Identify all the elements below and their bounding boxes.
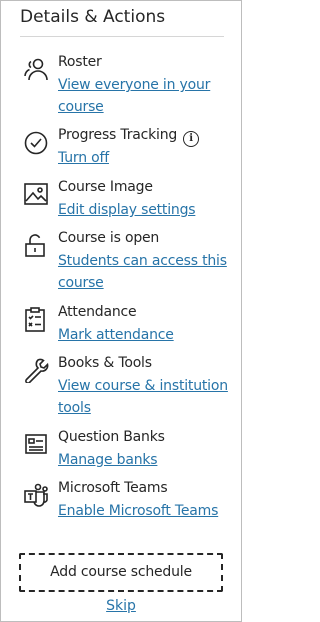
details-actions-panel: Details & Actions Roster View everyone i… [0, 0, 242, 622]
course-image-label: Course Image [58, 179, 153, 195]
question-banks-label: Question Banks [58, 429, 165, 445]
progress-check-icon [23, 129, 49, 155]
course-open-label: Course is open [58, 230, 160, 246]
title-divider [20, 36, 224, 37]
skip-link[interactable]: Skip [1, 598, 241, 614]
edit-display-settings-link[interactable]: Edit display settings [58, 199, 228, 221]
unlock-icon [23, 232, 49, 258]
add-course-schedule-button[interactable]: Add course schedule [19, 553, 223, 592]
mark-attendance-link[interactable]: Mark attendance [58, 324, 228, 346]
panel-title: Details & Actions [20, 7, 166, 27]
image-icon [23, 181, 49, 207]
question-banks-icon [23, 431, 49, 457]
view-tools-link[interactable]: View course & institution tools [58, 375, 228, 419]
teams-icon [23, 482, 49, 508]
turn-off-tracking-link[interactable]: Turn off [58, 147, 228, 169]
attendance-clipboard-icon [23, 306, 49, 332]
attendance-label: Attendance [58, 304, 137, 320]
roster-icon [23, 56, 49, 82]
progress-tracking-label: Progress Tracking i [58, 127, 200, 147]
manage-banks-link[interactable]: Manage banks [58, 449, 228, 471]
students-access-link[interactable]: Students can access this course [58, 250, 228, 294]
enable-teams-link[interactable]: Enable Microsoft Teams [58, 500, 228, 522]
roster-label: Roster [58, 54, 102, 70]
wrench-icon [23, 357, 49, 383]
info-icon[interactable]: i [183, 131, 200, 147]
microsoft-teams-label: Microsoft Teams [58, 480, 168, 496]
books-tools-label: Books & Tools [58, 355, 152, 371]
progress-tracking-text: Progress Tracking [58, 127, 178, 143]
view-roster-link[interactable]: View everyone in your course [58, 74, 228, 118]
